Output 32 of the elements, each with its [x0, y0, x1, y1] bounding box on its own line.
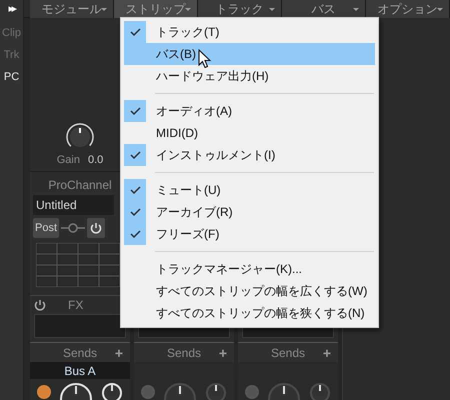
section-title: Sends — [166, 344, 202, 362]
add-button[interactable]: + — [218, 343, 227, 364]
sidebar-tab[interactable]: PC — [4, 66, 20, 88]
menu-tab[interactable]: バス — [282, 0, 366, 18]
section-title: FX — [68, 297, 84, 314]
section-title: Sends — [270, 344, 306, 362]
add-button[interactable]: + — [114, 343, 123, 364]
menu-item[interactable]: オーディオ(A) — [124, 100, 375, 122]
section-title: Sends — [62, 344, 98, 362]
menu-item[interactable]: バス(B) — [124, 43, 375, 65]
post-button[interactable]: Post — [33, 218, 60, 238]
gain-value: 0.0 — [88, 152, 104, 168]
menu-item[interactable]: インストゥルメント(I) — [124, 144, 375, 166]
menu-tab[interactable]: モジュール — [30, 0, 114, 18]
menu-item[interactable]: すべてのストリップの幅を狭くする(N) — [124, 302, 375, 324]
menu-item[interactable]: アーカイブ(R) — [124, 201, 375, 223]
menu-item[interactable]: MIDI(D) — [124, 122, 375, 144]
bus-label: Bus A — [64, 362, 96, 380]
menu-tab[interactable]: オプション — [366, 0, 450, 18]
section-title: ProChannel — [47, 177, 113, 194]
menu-item[interactable]: ハードウェア出力(H) — [124, 65, 375, 87]
menu-item[interactable]: ミュート(U) — [124, 179, 375, 201]
gain-label: Gain — [56, 152, 80, 168]
menu-item[interactable]: トラック(T) — [124, 21, 375, 43]
menu-item[interactable]: フリーズ(F) — [124, 223, 375, 245]
add-button[interactable]: + — [322, 343, 331, 364]
expand-button[interactable]: ▸▸ — [8, 0, 14, 18]
preset-field[interactable]: Untitled — [33, 195, 114, 215]
menu-item[interactable]: すべてのストリップの幅を広くする(W) — [124, 280, 375, 302]
menu-tab[interactable]: トラック — [198, 0, 282, 18]
menu-tab[interactable]: ストリップ — [114, 0, 198, 18]
menu-item[interactable]: トラックマネージャー(K)... — [124, 258, 375, 280]
